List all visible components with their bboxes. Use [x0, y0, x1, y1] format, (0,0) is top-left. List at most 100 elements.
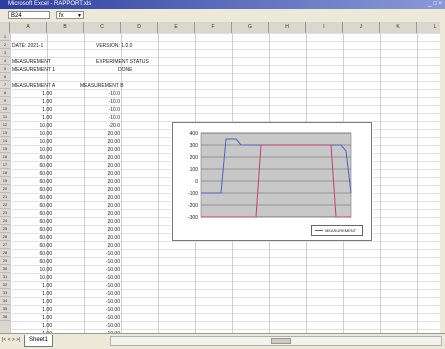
cell-data-a[interactable]: 60.00	[18, 226, 52, 234]
row-header-1[interactable]: 1	[0, 33, 10, 41]
row-header-22[interactable]: 22	[0, 201, 10, 209]
cell-data-b[interactable]: 20.00	[86, 234, 120, 242]
cell-header2-a[interactable]: MEASUREMENT	[12, 58, 51, 66]
row-header-5[interactable]: 5	[0, 65, 10, 73]
column-header-b[interactable]: B	[47, 22, 84, 33]
cell-data-b[interactable]: -10.00	[86, 274, 120, 282]
window-controls[interactable]: _ □ ×	[428, 1, 442, 8]
column-header-a[interactable]: A	[10, 22, 47, 33]
cell-data-a[interactable]: 10.00	[18, 266, 52, 274]
cell-data-b[interactable]: -10.00	[86, 306, 120, 314]
row-header-6[interactable]: 6	[0, 73, 10, 81]
row-header-17[interactable]: 17	[0, 161, 10, 169]
cell-data-a[interactable]: 1.00	[18, 306, 52, 314]
row-header-19[interactable]: 19	[0, 177, 10, 185]
cell-data-b[interactable]: 20.00	[86, 146, 120, 154]
row-header-24[interactable]: 24	[0, 217, 10, 225]
row-header-30[interactable]: 30	[0, 265, 10, 273]
cell-data-a[interactable]: 60.00	[18, 170, 52, 178]
cell-data-a[interactable]: 60.00	[18, 258, 52, 266]
row-header-15[interactable]: 15	[0, 145, 10, 153]
name-box[interactable]: B24	[8, 11, 50, 19]
cell-data-a[interactable]: 10.00	[18, 130, 52, 138]
cell-data-b[interactable]: -10.00	[86, 298, 120, 306]
row-header-16[interactable]: 16	[0, 153, 10, 161]
cell-data-b[interactable]: -10.00	[86, 282, 120, 290]
row-header-35[interactable]: 35	[0, 305, 10, 313]
row-header-34[interactable]: 34	[0, 297, 10, 305]
cell-data-a[interactable]: 10.00	[18, 146, 52, 154]
cell-data-a[interactable]: 1.00	[18, 282, 52, 290]
cell-data-b[interactable]: 20.00	[86, 218, 120, 226]
cell-data-a[interactable]: 60.00	[18, 218, 52, 226]
cell-header3-a[interactable]: MEASUREMENT 1	[12, 66, 55, 74]
cell-data-b[interactable]: -10.00	[86, 290, 120, 298]
column-header-g[interactable]: G	[232, 22, 269, 33]
cell-data-a[interactable]: 60.00	[18, 178, 52, 186]
cell-data-a[interactable]: 60.00	[18, 194, 52, 202]
row-header-3[interactable]: 3	[0, 49, 10, 57]
cell-data-a[interactable]: 1.00	[18, 106, 52, 114]
cell-data-b[interactable]: -10.0	[86, 106, 120, 114]
scroll-thumb[interactable]	[271, 338, 291, 344]
cell-data-a[interactable]: 10.00	[18, 274, 52, 282]
row-header-32[interactable]: 32	[0, 281, 10, 289]
column-header-j[interactable]: J	[343, 22, 380, 33]
cell-data-b[interactable]: -10.00	[86, 322, 120, 330]
row-header-2[interactable]: 2	[0, 41, 10, 49]
row-header-36[interactable]: 36	[0, 313, 10, 321]
cell-data-b[interactable]: 20.00	[86, 162, 120, 170]
cell-data-a[interactable]: 60.00	[18, 202, 52, 210]
row-header-8[interactable]: 8	[0, 89, 10, 97]
row-header-7[interactable]: 7	[0, 81, 10, 89]
sheet-nav-arrows[interactable]: |< < > >|	[2, 337, 20, 343]
row-header-21[interactable]: 21	[0, 193, 10, 201]
sheet-tab[interactable]: Sheet1	[24, 335, 54, 347]
row-header-27[interactable]: 27	[0, 241, 10, 249]
column-header-d[interactable]: D	[121, 22, 158, 33]
row-header-10[interactable]: 10	[0, 105, 10, 113]
cell-data-b[interactable]: -20.0	[86, 122, 120, 130]
cell-data-b[interactable]: 20.00	[86, 130, 120, 138]
column-header-e[interactable]: E	[158, 22, 195, 33]
cell-data-a[interactable]: 1.00	[18, 90, 52, 98]
cell-data-b[interactable]: 20.00	[86, 210, 120, 218]
cell-data-a[interactable]: 60.00	[18, 186, 52, 194]
cell-data-a[interactable]: 60.00	[18, 234, 52, 242]
cell-data-b[interactable]: 20.00	[86, 242, 120, 250]
cell-data-b[interactable]: -10.00	[86, 258, 120, 266]
function-button[interactable]: fx ▼	[56, 11, 84, 19]
row-header-18[interactable]: 18	[0, 169, 10, 177]
cell-data-a[interactable]: 60.00	[18, 210, 52, 218]
column-header-i[interactable]: I	[306, 22, 343, 33]
row-header-12[interactable]: 12	[0, 121, 10, 129]
cell-data-b[interactable]: -10.00	[86, 266, 120, 274]
row-header-11[interactable]: 11	[0, 113, 10, 121]
cell-header2-b[interactable]: EXPERIMENT STATUS	[96, 58, 149, 66]
row-header-31[interactable]: 31	[0, 273, 10, 281]
row-header-29[interactable]: 29	[0, 257, 10, 265]
cell-data-b[interactable]: 20.00	[86, 186, 120, 194]
cell-data-b[interactable]: 20.00	[86, 194, 120, 202]
cell-data-a[interactable]: 60.00	[18, 162, 52, 170]
row-header-9[interactable]: 9	[0, 97, 10, 105]
cell-data-b[interactable]: -10.0	[86, 90, 120, 98]
cell-data-b[interactable]: -10.0	[86, 114, 120, 122]
cell-data-b[interactable]: 20.00	[86, 202, 120, 210]
column-header-k[interactable]: K	[380, 22, 417, 33]
cell-data-a[interactable]: 1.00	[18, 322, 52, 330]
row-header-33[interactable]: 33	[0, 289, 10, 297]
cell-data-b[interactable]: -10.00	[86, 250, 120, 258]
cell-data-b[interactable]: 20.00	[86, 170, 120, 178]
cell-colhead-a[interactable]: MEASUREMENT A	[12, 82, 55, 90]
cell-data-b[interactable]: 20.00	[86, 154, 120, 162]
row-header-25[interactable]: 25	[0, 225, 10, 233]
cell-data-a[interactable]: 60.00	[18, 154, 52, 162]
vertical-scrollbar[interactable]	[440, 22, 445, 333]
cell-data-a[interactable]: 1.00	[18, 98, 52, 106]
cell-data-a[interactable]: 60.00	[18, 250, 52, 258]
row-header-13[interactable]: 13	[0, 129, 10, 137]
cell-data-a[interactable]: 1.00	[18, 314, 52, 322]
cell-data-a[interactable]: 10.00	[18, 122, 52, 130]
cell-header3-b[interactable]: DONE	[118, 66, 132, 74]
